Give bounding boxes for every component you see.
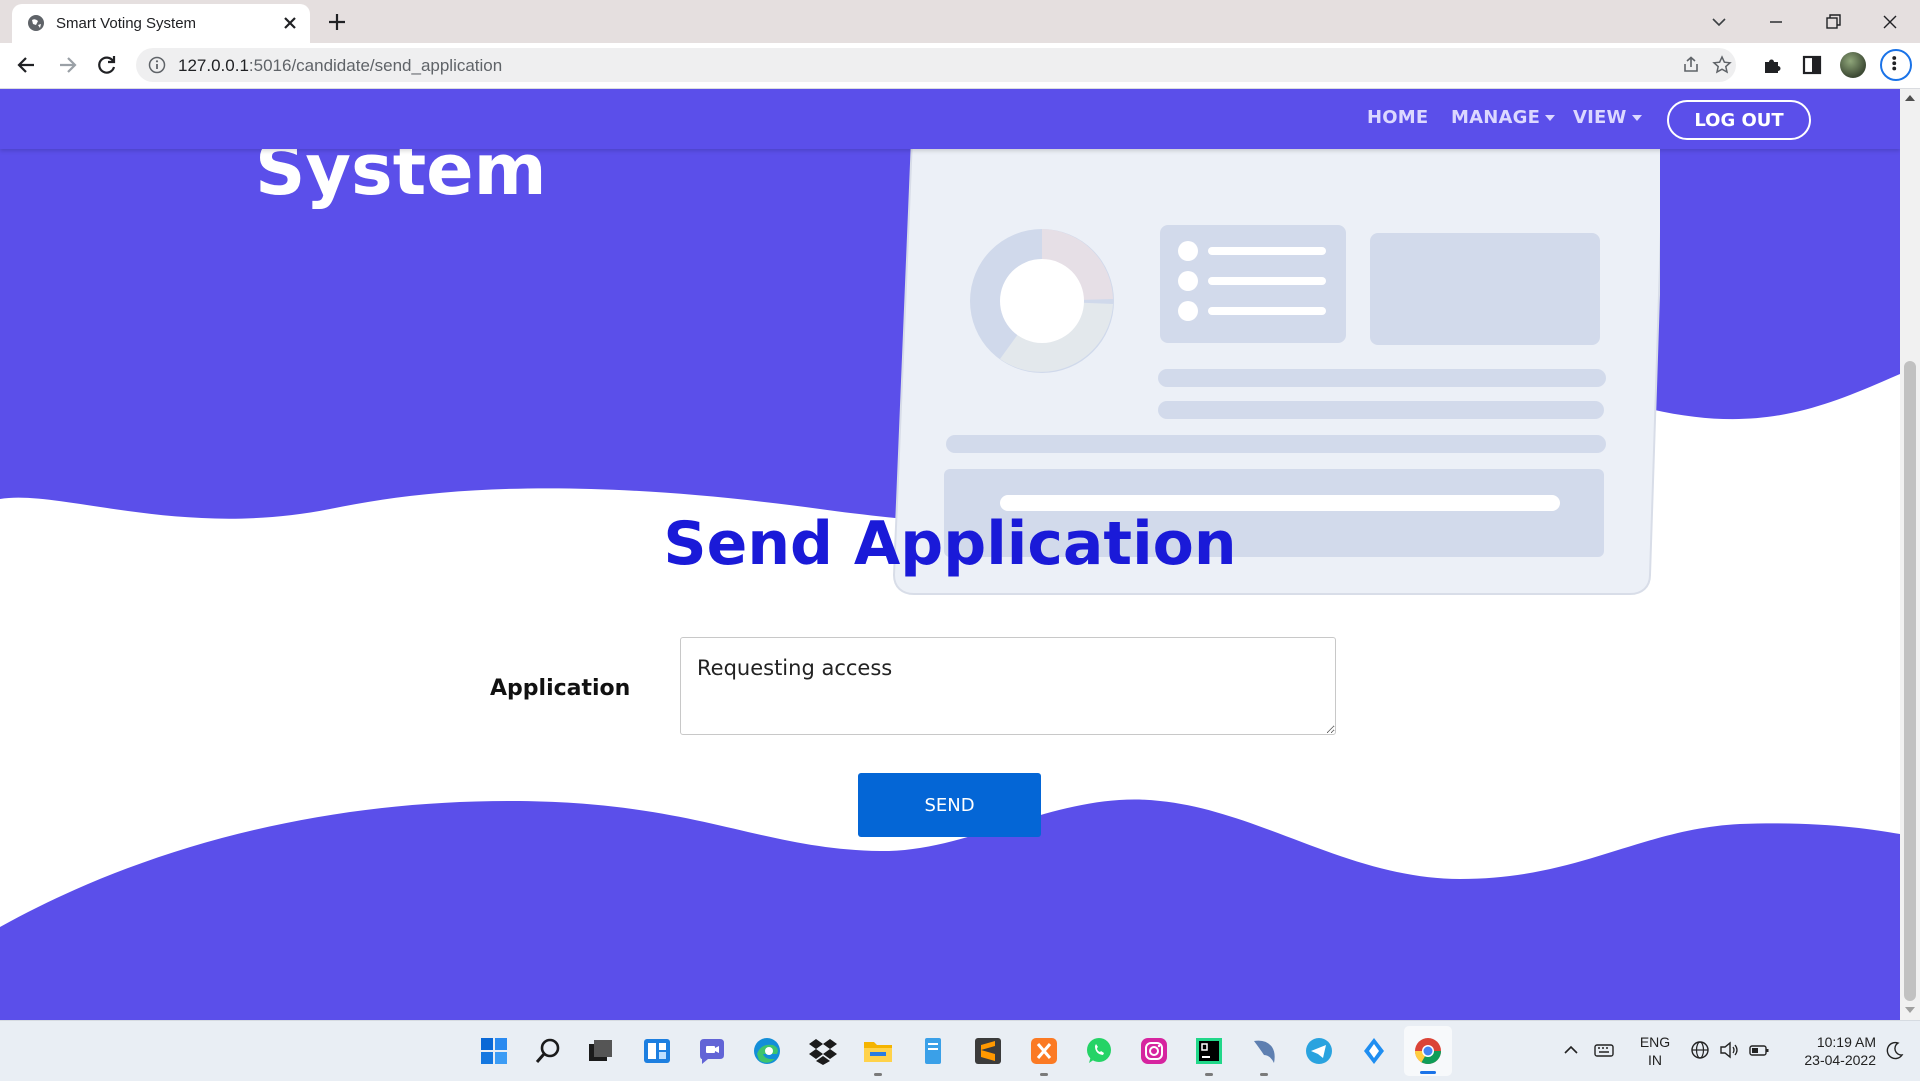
chrome-icon [1414,1038,1442,1065]
teams-chat-icon[interactable] [696,1035,728,1067]
sublime-text-icon[interactable] [972,1035,1004,1067]
volume-icon[interactable] [1718,1039,1740,1061]
side-panel-icon[interactable] [1800,53,1824,77]
tab-search-icon[interactable] [1705,8,1733,36]
application-textarea[interactable]: Requesting access [680,637,1336,735]
minimize-icon[interactable] [1762,8,1790,36]
restore-icon[interactable] [1819,8,1847,36]
start-icon[interactable] [478,1035,510,1067]
scrollbar-thumb[interactable] [1904,361,1916,1001]
send-button[interactable]: SEND [858,773,1041,837]
focus-assist-moon-icon[interactable] [1884,1039,1906,1061]
battery-icon[interactable] [1748,1039,1770,1061]
notepad-icon[interactable] [917,1035,949,1067]
nav-view-dropdown[interactable]: VIEW [1573,107,1642,128]
running-indicator [874,1073,882,1076]
search-icon[interactable] [532,1035,564,1067]
nav-manage-label: MANAGE [1451,107,1541,128]
forward-icon[interactable] [54,52,80,78]
running-indicator [1040,1073,1048,1076]
nav-manage-dropdown[interactable]: MANAGE [1451,107,1556,128]
pycharm-icon[interactable] [1193,1035,1225,1067]
edge-icon[interactable] [751,1035,783,1067]
keyboard-icon[interactable] [1593,1039,1615,1061]
scroll-down-arrow-icon[interactable] [1905,1007,1915,1013]
nearby-share-icon[interactable] [1358,1035,1390,1067]
windows-taskbar: ENG IN 10:19 AM 23-04-2022 [0,1020,1920,1081]
active-app-indicator [1420,1071,1436,1074]
chrome-menu-icon[interactable] [1880,49,1912,81]
browser-toolbar: 127.0.0.1:5016/candidate/send_applicatio… [0,43,1920,89]
chevron-down-icon [1631,115,1642,121]
browser-tab-strip: Smart Voting System [0,0,1920,43]
globe-icon [28,15,44,31]
chrome-taskbar-slot[interactable] [1404,1026,1452,1076]
new-tab-icon[interactable] [325,10,349,34]
nav-view-label: VIEW [1573,107,1627,128]
task-view-icon[interactable] [584,1035,616,1067]
address-bar[interactable]: 127.0.0.1:5016/candidate/send_applicatio… [136,48,1736,82]
application-label: Application [490,676,631,701]
region-code: IN [1648,1052,1662,1068]
url-path: :5016/candidate/send_application [248,56,503,75]
url-text: 127.0.0.1:5016/candidate/send_applicatio… [178,56,502,76]
telegram-icon[interactable] [1303,1035,1335,1067]
system-clock[interactable]: 10:19 AM 23-04-2022 [1784,1033,1876,1069]
page-scrollbar[interactable] [1900,89,1920,1020]
extensions-icon[interactable] [1760,53,1784,77]
reload-icon[interactable] [94,52,120,78]
dropbox-icon[interactable] [807,1035,839,1067]
whatsapp-icon[interactable] [1083,1035,1115,1067]
share-icon[interactable] [1681,55,1701,75]
chevron-up-icon[interactable] [1560,1039,1582,1061]
page-viewport: System HOME MANAGE VIEW LOG OUT Send App… [0,89,1920,1020]
nav-home-link[interactable]: HOME [1367,107,1428,128]
url-host: 127.0.0.1 [178,56,249,75]
close-window-icon[interactable] [1876,8,1904,36]
profile-avatar[interactable] [1840,52,1866,78]
page-title: Send Application [663,509,1237,579]
file-explorer-icon[interactable] [862,1035,894,1067]
network-globe-icon[interactable] [1689,1039,1711,1061]
language-code: ENG [1639,1034,1671,1050]
xampp-icon[interactable] [1028,1035,1060,1067]
widgets-icon[interactable] [641,1035,673,1067]
logout-button[interactable]: LOG OUT [1667,100,1811,140]
running-indicator [1260,1073,1268,1076]
site-info-icon[interactable] [148,56,166,74]
clock-time: 10:19 AM [1816,1034,1876,1050]
bookmark-star-icon[interactable] [1712,55,1732,75]
chevron-down-icon [1545,115,1556,121]
top-navbar: HOME MANAGE VIEW LOG OUT [0,89,1900,149]
language-indicator[interactable]: ENG IN [1638,1033,1672,1069]
scroll-up-arrow-icon[interactable] [1905,95,1915,101]
browser-tab[interactable]: Smart Voting System [12,4,310,43]
clock-date: 23-04-2022 [1804,1052,1876,1068]
tab-title: Smart Voting System [56,15,197,32]
instagram-icon[interactable] [1138,1035,1170,1067]
running-indicator [1205,1073,1213,1076]
back-icon[interactable] [14,52,40,78]
close-tab-icon[interactable] [280,13,300,33]
mysql-workbench-icon[interactable] [1248,1035,1280,1067]
